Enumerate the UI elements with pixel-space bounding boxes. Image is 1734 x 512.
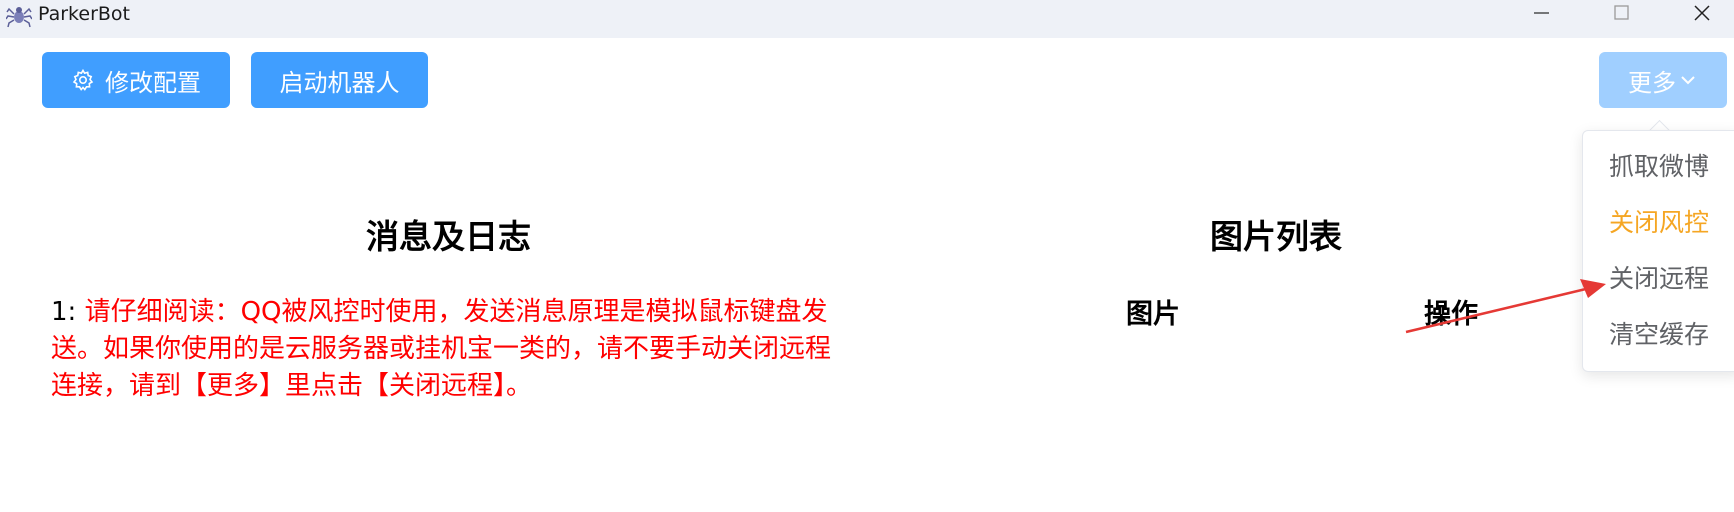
column-header-image: 图片 [1126,299,1180,330]
menu-item-fetch-weibo[interactable]: 抓取微博 [1609,152,1709,182]
minimize-button[interactable] [1512,0,1572,26]
edit-config-label: 修改配置 [105,68,201,97]
close-button[interactable] [1672,0,1732,26]
log-entry: 1: 请仔细阅读：QQ被风控时使用，发送消息原理是模拟鼠标键盘发送。如果你使用的… [51,294,851,405]
more-dropdown-button[interactable]: 更多 [1599,52,1727,108]
more-label: 更多 [1628,68,1676,97]
menu-item-close-remote[interactable]: 关闭远程 [1609,264,1709,294]
menu-item-disable-risk-control[interactable]: 关闭风控 [1609,208,1709,238]
close-icon [1694,5,1710,21]
log-panel-title: 消息及日志 [366,217,531,256]
start-bot-button[interactable]: 启动机器人 [251,52,428,108]
gear-icon [72,68,94,91]
minimize-icon [1534,12,1549,14]
log-entry-text: 请仔细阅读：QQ被风控时使用，发送消息原理是模拟鼠标键盘发送。如果你使用的是云服… [51,297,832,401]
start-bot-label: 启动机器人 [279,68,400,97]
menu-item-clear-cache[interactable]: 清空缓存 [1609,320,1709,350]
chevron-down-icon [1681,76,1695,85]
log-entry-index: 1: [51,297,77,327]
window-title: ParkerBot [38,3,130,25]
maximize-icon [1614,5,1629,20]
edit-config-button[interactable]: 修改配置 [42,52,230,108]
spider-icon [6,7,32,28]
more-dropdown-menu: 抓取微博 关闭风控 关闭远程 清空缓存 [1582,130,1734,372]
maximize-button[interactable] [1592,0,1652,26]
column-header-action: 操作 [1424,299,1478,330]
image-list-title: 图片列表 [1210,217,1342,256]
title-bar: ParkerBot [0,0,1734,38]
